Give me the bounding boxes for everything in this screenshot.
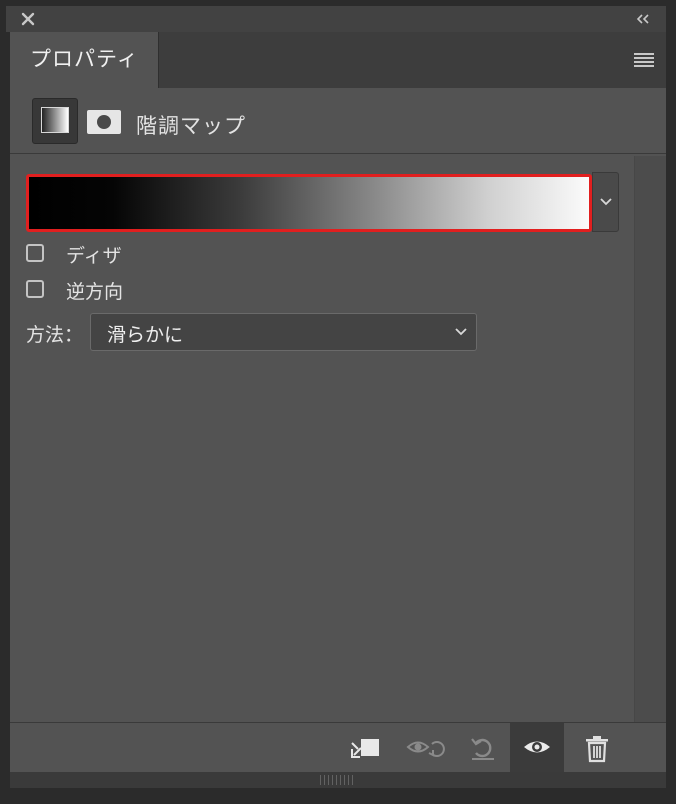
gradient-map-icon bbox=[41, 107, 69, 133]
method-select[interactable]: 滑らかに bbox=[90, 313, 477, 351]
adjustment-header: 階調マップ bbox=[10, 88, 666, 154]
resize-grip-bar[interactable] bbox=[10, 772, 666, 788]
tab-bar: プロパティ bbox=[10, 32, 666, 88]
properties-panel: プロパティ 階調マップ ディザ 逆方向 方法： 滑らかに bbox=[0, 0, 676, 804]
reset-button[interactable] bbox=[456, 723, 508, 772]
method-selected-value: 滑らかに bbox=[107, 324, 184, 346]
gradient-picker-dropdown[interactable] bbox=[592, 172, 619, 232]
toggle-visibility-button[interactable] bbox=[510, 723, 564, 772]
adjustment-content: ディザ 逆方向 方法： 滑らかに bbox=[10, 156, 634, 722]
hamburger-menu-icon[interactable] bbox=[634, 52, 654, 68]
adjustment-title: 階調マップ bbox=[136, 114, 246, 138]
method-label: 方法： bbox=[26, 324, 84, 346]
chevron-down-icon bbox=[455, 328, 467, 336]
bottom-toolbar bbox=[10, 722, 666, 772]
dither-label: ディザ bbox=[66, 245, 122, 267]
layer-mask-icon[interactable] bbox=[87, 110, 121, 134]
properties-body: 階調マップ ディザ 逆方向 方法： 滑らかに bbox=[10, 88, 666, 772]
resize-grip-icon bbox=[320, 775, 356, 785]
chevron-down-icon bbox=[600, 198, 612, 206]
reset-icon bbox=[471, 738, 494, 760]
tab-properties[interactable]: プロパティ bbox=[10, 32, 159, 88]
tab-label: プロパティ bbox=[30, 47, 139, 71]
gradient-preview[interactable] bbox=[26, 174, 592, 232]
eye-icon bbox=[524, 741, 550, 753]
delete-button[interactable] bbox=[572, 723, 624, 772]
close-icon[interactable] bbox=[20, 11, 36, 27]
panel-titlebar bbox=[6, 6, 666, 32]
adjustment-settings-button[interactable] bbox=[32, 98, 78, 144]
reverse-label: 逆方向 bbox=[66, 281, 124, 303]
reverse-checkbox[interactable] bbox=[26, 280, 44, 298]
view-previous-state-button[interactable] bbox=[394, 723, 446, 772]
dither-checkbox[interactable] bbox=[26, 244, 44, 262]
clip-to-layer-icon bbox=[351, 739, 379, 758]
trash-icon bbox=[586, 736, 608, 763]
double-chevron-left-icon[interactable] bbox=[634, 10, 652, 28]
scrollbar[interactable] bbox=[634, 156, 666, 722]
view-previous-state-icon bbox=[406, 741, 445, 757]
clip-to-layer-button[interactable] bbox=[336, 723, 388, 772]
